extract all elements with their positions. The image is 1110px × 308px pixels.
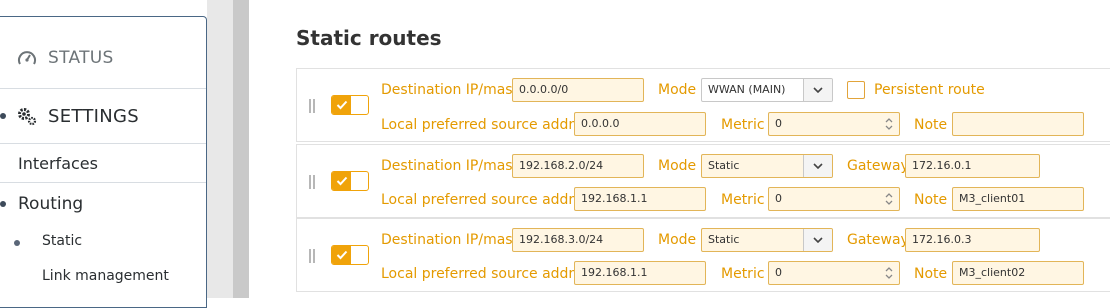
- metric-input[interactable]: 0: [768, 187, 900, 211]
- destination-label: Destination IP/mask: [381, 232, 521, 248]
- route-row: Destination IP/mask 192.168.2.0/24 Mode …: [296, 144, 1110, 218]
- scroll-gutter: [233, 0, 249, 298]
- chevron-down-icon: [803, 229, 832, 251]
- gutter: [207, 0, 233, 298]
- persistent-route-label: Persistent route: [874, 82, 985, 98]
- local-src-input[interactable]: 192.168.1.1: [574, 187, 706, 211]
- local-src-label: Local preferred source address: [381, 192, 598, 208]
- spinner-icon[interactable]: [883, 265, 895, 281]
- sidebar: STATUS SETTINGS Interfaces Routing Stati…: [0, 0, 207, 308]
- mode-select[interactable]: WWAN (MAIN): [701, 78, 833, 102]
- chevron-down-icon: [803, 79, 832, 101]
- mode-label: Mode: [658, 82, 697, 98]
- note-input[interactable]: M3_client01: [952, 187, 1084, 211]
- note-input[interactable]: M3_client02: [952, 261, 1084, 285]
- mode-value: Static: [708, 159, 740, 172]
- persistent-route-checkbox[interactable]: [847, 81, 865, 99]
- metric-input[interactable]: 0: [768, 261, 900, 285]
- bullet: [0, 201, 6, 207]
- mode-label: Mode: [658, 232, 697, 248]
- local-src-label: Local preferred source address: [381, 117, 598, 133]
- gateway-input[interactable]: 172.16.0.1: [905, 154, 1040, 178]
- enable-toggle[interactable]: [331, 245, 369, 265]
- drag-handle-icon[interactable]: [309, 249, 315, 263]
- sidebar-item-label: STATUS: [48, 48, 114, 68]
- bullet: [14, 240, 20, 246]
- page-title: Static routes: [296, 26, 442, 50]
- mode-value: WWAN (MAIN): [708, 83, 786, 96]
- mode-value: Static: [708, 233, 740, 246]
- gauge-icon: [16, 47, 38, 69]
- destination-input[interactable]: 192.168.2.0/24: [512, 154, 644, 178]
- route-row: Destination IP/mask 192.168.3.0/24 Mode …: [296, 218, 1110, 292]
- destination-input[interactable]: 192.168.3.0/24: [512, 228, 644, 252]
- sidebar-item-routing[interactable]: Routing: [18, 194, 83, 214]
- sidebar-item-link-management[interactable]: Link management: [42, 268, 169, 284]
- gears-icon: [16, 105, 38, 127]
- metric-value: 0: [775, 192, 782, 205]
- chevron-down-icon: [803, 155, 832, 177]
- local-src-input[interactable]: 192.168.1.1: [574, 261, 706, 285]
- destination-label: Destination IP/mask: [381, 158, 521, 174]
- metric-label: Metric: [721, 192, 765, 208]
- sidebar-item-static[interactable]: Static: [42, 233, 82, 249]
- mode-select[interactable]: Static: [701, 154, 833, 178]
- local-src-label: Local preferred source address: [381, 266, 598, 282]
- destination-label: Destination IP/mask: [381, 82, 521, 98]
- destination-input[interactable]: 0.0.0.0/0: [512, 78, 644, 102]
- drag-handle-icon[interactable]: [309, 99, 315, 113]
- note-label: Note: [914, 117, 948, 133]
- local-src-input[interactable]: 0.0.0.0: [574, 112, 706, 136]
- note-input[interactable]: [952, 112, 1084, 136]
- enable-toggle[interactable]: [331, 171, 369, 191]
- drag-handle-icon[interactable]: [309, 175, 315, 189]
- gateway-label: Gateway: [847, 232, 909, 248]
- metric-label: Metric: [721, 266, 765, 282]
- check-icon: [332, 96, 351, 114]
- metric-value: 0: [775, 117, 782, 130]
- sidebar-item-status[interactable]: STATUS: [0, 28, 206, 89]
- metric-input[interactable]: 0: [768, 112, 900, 136]
- sidebar-item-label: SETTINGS: [48, 105, 140, 127]
- check-icon: [332, 246, 351, 264]
- check-icon: [332, 172, 351, 190]
- route-row: Destination IP/mask 0.0.0.0/0 Mode WWAN …: [296, 68, 1110, 142]
- metric-value: 0: [775, 266, 782, 279]
- note-label: Note: [914, 192, 948, 208]
- mode-label: Mode: [658, 158, 697, 174]
- mode-select[interactable]: Static: [701, 228, 833, 252]
- metric-label: Metric: [721, 117, 765, 133]
- sidebar-item-interfaces[interactable]: Interfaces: [18, 154, 98, 173]
- spinner-icon[interactable]: [883, 116, 895, 132]
- divider: [0, 182, 206, 183]
- gateway-input[interactable]: 172.16.0.3: [905, 228, 1040, 252]
- sidebar-item-settings[interactable]: SETTINGS: [0, 89, 206, 144]
- note-label: Note: [914, 266, 948, 282]
- enable-toggle[interactable]: [331, 95, 369, 115]
- spinner-icon[interactable]: [883, 191, 895, 207]
- gateway-label: Gateway: [847, 158, 909, 174]
